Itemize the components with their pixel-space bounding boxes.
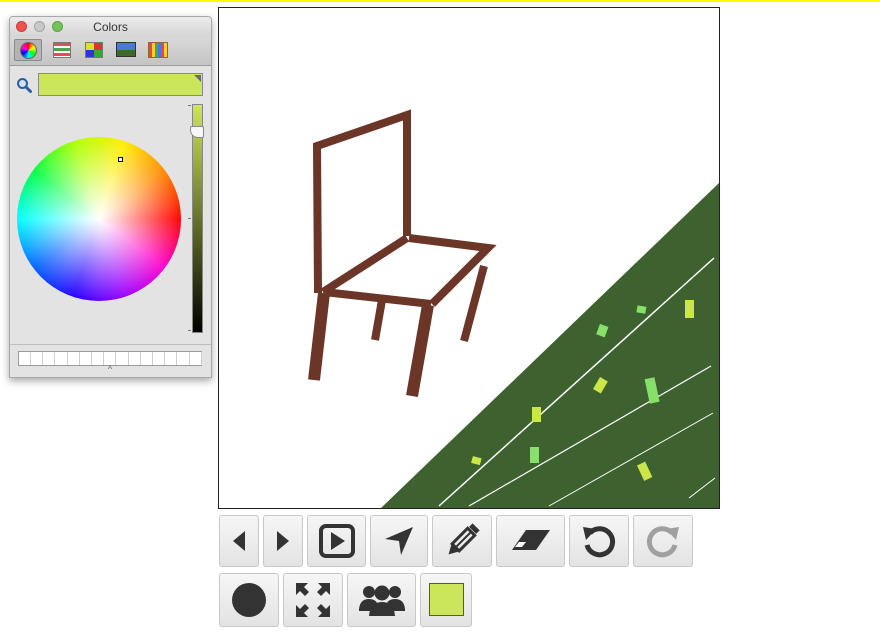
canvas-drawing [308,109,719,508]
saved-swatch-slot[interactable] [165,352,178,365]
panel-divider [10,344,211,345]
group-icon [358,585,405,616]
undo-button[interactable] [569,515,629,567]
pencil-icon [448,523,480,555]
saved-swatch-slot[interactable] [80,352,92,365]
play-square-icon [318,524,355,558]
saved-swatch-slot[interactable] [153,352,166,365]
sliders-icon [53,42,71,58]
circle-icon [232,583,266,617]
move-button[interactable] [370,515,428,567]
collaborate-button[interactable] [347,573,416,627]
top-highlight-line [0,0,880,2]
slider-tick [188,105,191,106]
slider-tick [188,330,191,331]
play-button[interactable] [307,515,366,567]
panel-title: Colors [93,20,128,34]
drawing-canvas[interactable] [218,7,720,509]
color-mode-toolbar [10,37,211,66]
expand-arrows-icon [296,583,330,617]
saved-swatch-slot[interactable] [68,352,80,365]
colors-panel: Colors ^ [9,16,212,378]
color-wheel-cursor[interactable] [118,157,123,162]
undo-icon [583,526,616,558]
brightness-slider-thumb[interactable] [190,126,204,138]
magnifier-icon[interactable] [16,77,32,93]
resize-grip-icon[interactable]: ^ [105,365,115,374]
redo-button[interactable] [633,515,693,567]
pencil-button[interactable] [432,515,492,567]
current-color-swatch[interactable] [38,73,203,96]
saved-swatch-slot[interactable] [190,352,202,365]
crayons-icon [148,42,168,58]
saved-swatch-slot[interactable] [92,352,105,365]
saved-swatch-slot[interactable] [178,352,190,365]
swatch-corner [194,75,201,82]
image-icon [116,42,136,57]
saved-swatch-slot[interactable] [129,352,141,365]
brightness-slider[interactable] [192,104,203,333]
saved-swatch-slot[interactable] [31,352,44,365]
saved-swatch-slot[interactable] [56,352,68,365]
color-wheel[interactable] [17,137,181,301]
color-swatch-icon [429,583,464,616]
tab-color-palettes[interactable] [80,39,108,61]
triangle-right-icon [277,531,289,551]
color-button[interactable] [420,573,472,627]
triangle-left-icon [233,531,245,551]
eraser-icon [511,530,550,550]
redo-icon [646,526,679,558]
saved-swatch-slot[interactable] [117,352,129,365]
color-wheel-icon [20,42,37,59]
colors-titlebar[interactable]: Colors [10,17,211,37]
navigation-arrow-icon [385,527,413,555]
tab-color-wheel[interactable] [14,39,42,61]
tab-image-palettes[interactable] [112,39,140,61]
chair-drawing [308,109,497,398]
tab-crayons[interactable] [144,39,172,61]
saved-swatch-slot[interactable] [141,352,153,365]
tab-color-sliders[interactable] [48,39,76,61]
saved-swatch-slot[interactable] [43,352,56,365]
slider-tick [188,218,191,219]
brush-size-button[interactable] [219,573,279,627]
eraser-button[interactable] [496,515,565,567]
saved-swatch-slot[interactable] [19,352,31,365]
previous-button[interactable] [219,515,259,567]
next-button[interactable] [263,515,303,567]
fullscreen-button[interactable] [283,573,343,627]
palettes-icon [85,42,103,58]
